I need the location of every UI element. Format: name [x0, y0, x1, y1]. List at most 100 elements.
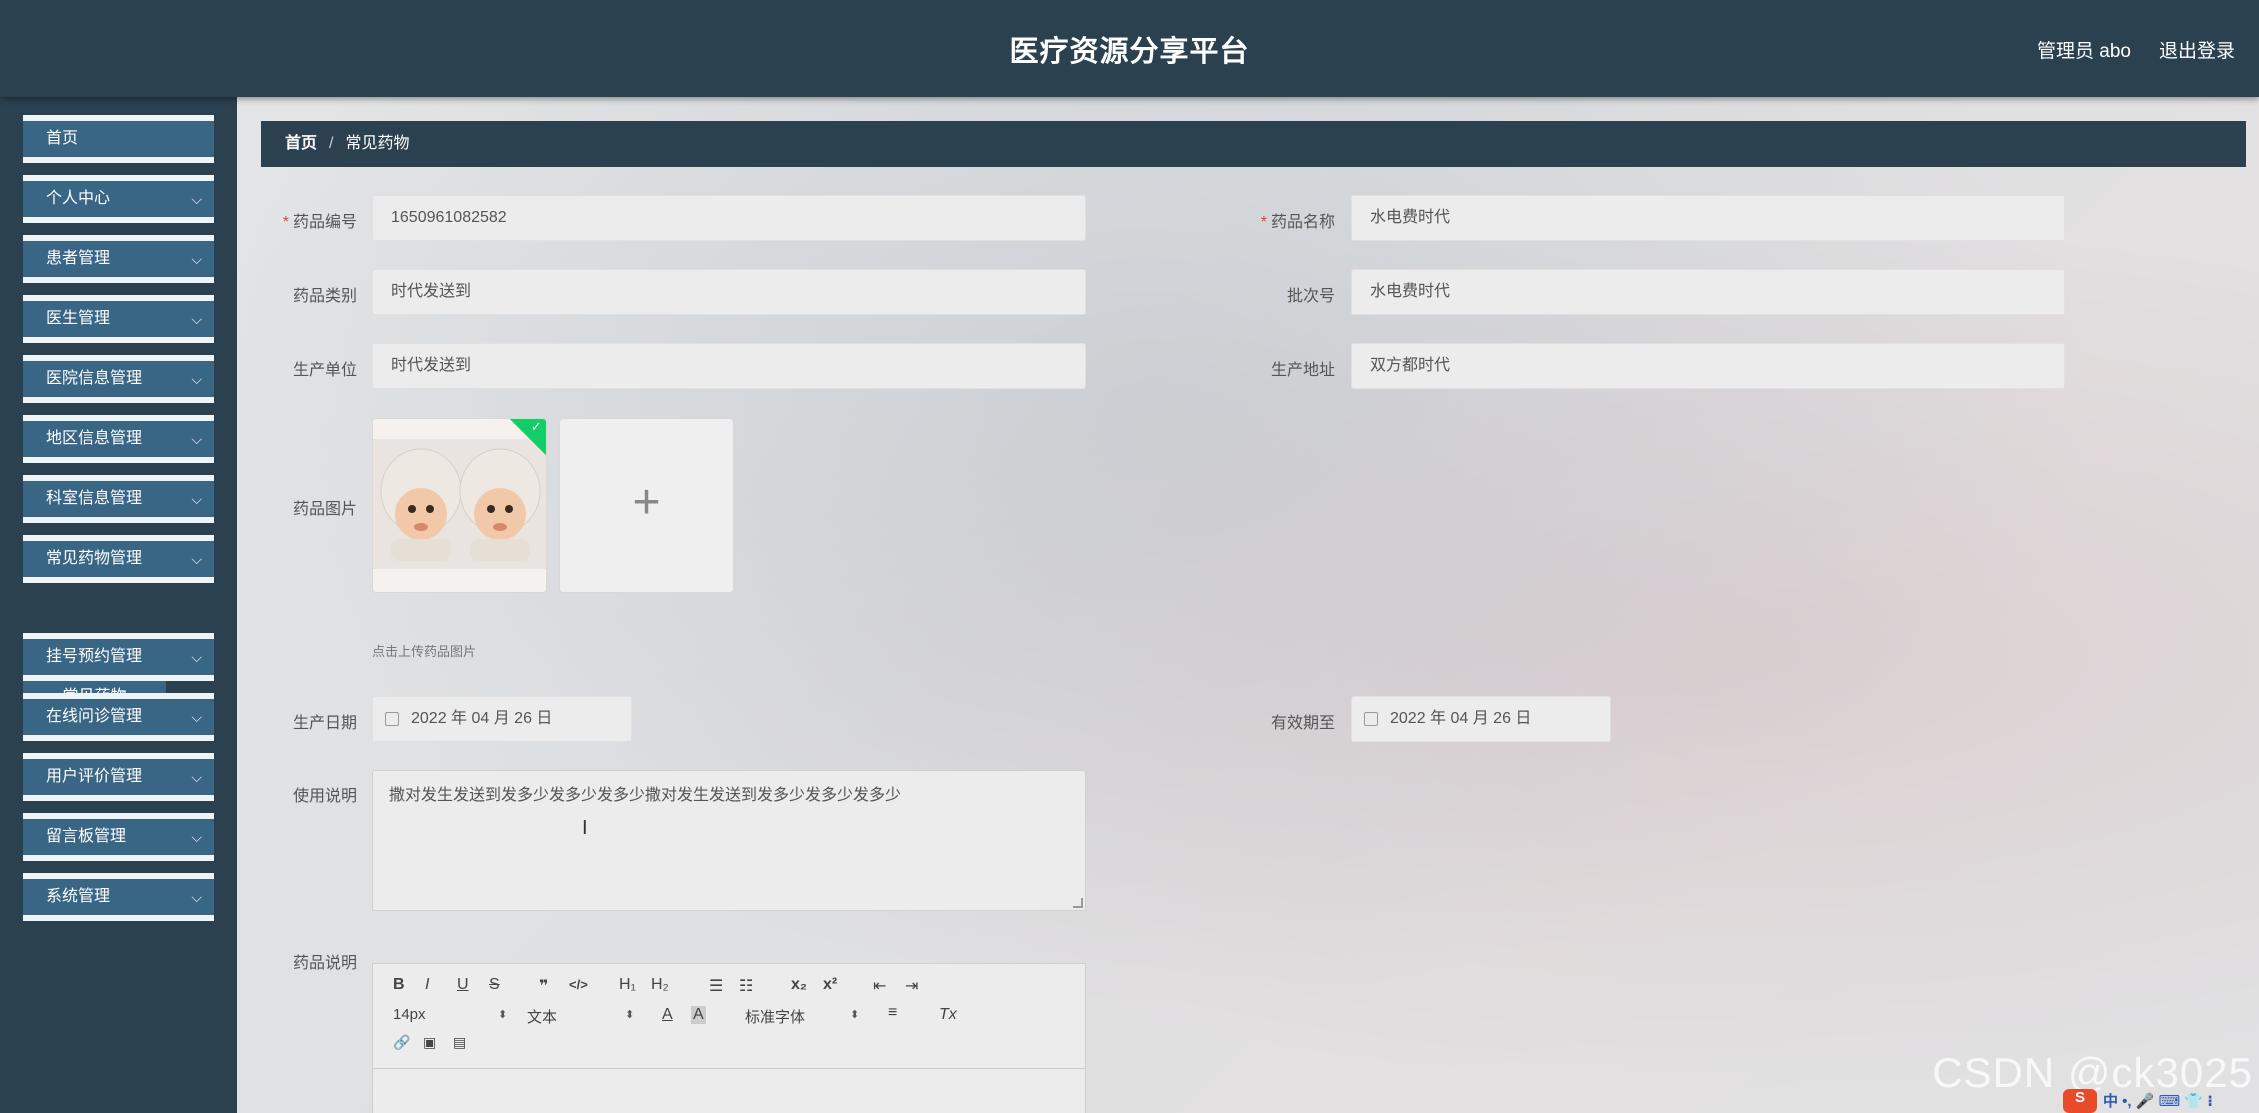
maker-input[interactable]: 时代发送到: [372, 343, 1086, 389]
text-style-select[interactable]: 文本 ⬍: [527, 1006, 637, 1027]
expiry-date-value: 2022 年 04 月 26 日: [1390, 710, 1532, 727]
font-family-select[interactable]: 标准字体 ⬍: [745, 1006, 865, 1027]
uploaded-image[interactable]: ✓: [372, 418, 547, 593]
sidebar-item-regions[interactable]: 地区信息管理 ⌵: [23, 415, 214, 463]
chevron-down-icon: ⌵: [191, 889, 202, 905]
ordered-list-button[interactable]: ☰: [709, 976, 723, 996]
font-size-select[interactable]: 14px ⬍: [393, 1006, 507, 1023]
outdent-button[interactable]: ⇤: [873, 976, 886, 996]
clear-format-button[interactable]: Tx: [939, 1006, 957, 1024]
text-cursor-icon: I: [582, 817, 588, 839]
usage-label: 使用说明: [292, 788, 357, 805]
code-block-button[interactable]: </>: [569, 977, 588, 992]
sidebar: 首页 个人中心 ⌵ 患者管理 ⌵ 医生管理 ⌵ 医院信息管理 ⌵ 地区信息管理 ⌵ 科室信…: [0, 97, 237, 1113]
sidebar-item-label: 用户评价管理: [46, 768, 143, 785]
rich-text-editor[interactable]: B I U S ❞ </> H₁ H₂ ☰ ☷ x₂ x² ⇤ ⇥ 14px ⬍ …: [372, 963, 1086, 1113]
category-input[interactable]: 时代发送到: [372, 269, 1086, 315]
image-icon[interactable]: ▣: [423, 1034, 436, 1051]
underline-button[interactable]: U: [457, 976, 469, 994]
chevron-down-icon: ⌵: [191, 311, 202, 327]
sidebar-item-label: 系统管理: [46, 888, 111, 905]
sidebar-item-label: 挂号预约管理: [46, 648, 143, 665]
expiry-date-input[interactable]: 2022 年 04 月 26 日: [1351, 696, 1611, 742]
background-color-button[interactable]: A: [691, 1006, 706, 1024]
editor-toolbar: B I U S ❞ </> H₁ H₂ ☰ ☷ x₂ x² ⇤ ⇥ 14px ⬍ …: [373, 964, 1085, 1069]
sidebar-item-departments[interactable]: 科室信息管理 ⌵: [23, 475, 214, 523]
top-bar: 医疗资源分享平台 管理员 abo 退出登录: [0, 0, 2259, 97]
sidebar-item-home[interactable]: 首页: [23, 115, 214, 163]
batch-label: 批次号: [1286, 288, 1335, 305]
app-title: 医疗资源分享平台: [1009, 36, 1250, 68]
code-label: * 药品编号: [257, 208, 357, 232]
font-size-value: 14px: [393, 1006, 426, 1023]
name-label: * 药品名称: [1235, 208, 1335, 232]
address-label: 生产地址: [1270, 362, 1335, 379]
sidebar-item-messages[interactable]: 留言板管理 ⌵: [23, 813, 214, 861]
font-color-button[interactable]: A: [662, 1006, 673, 1024]
sidebar-item-reviews[interactable]: 用户评价管理 ⌵: [23, 753, 214, 801]
calendar-icon: [1364, 712, 1378, 726]
logout-link[interactable]: 退出登录: [2159, 36, 2235, 63]
sidebar-item-label: 地区信息管理: [46, 430, 143, 447]
chevron-up-icon: ⌵: [191, 551, 202, 567]
sidebar-item-hospitals[interactable]: 医院信息管理 ⌵: [23, 355, 214, 403]
sidebar-item-system[interactable]: 系统管理 ⌵: [23, 873, 214, 921]
strike-button[interactable]: S: [489, 976, 500, 994]
sidebar-item-appointments[interactable]: 挂号预约管理 ⌵: [23, 633, 214, 681]
indent-button[interactable]: ⇥: [905, 976, 918, 996]
video-icon[interactable]: ▤: [453, 1034, 466, 1051]
sidebar-item-label: 留言板管理: [46, 828, 127, 845]
required-mark: *: [1260, 214, 1267, 231]
bullet-list-button[interactable]: ☷: [739, 976, 753, 996]
prod-date-input[interactable]: 2022 年 04 月 26 日: [372, 696, 632, 742]
code-input[interactable]: 1650961082582: [372, 195, 1086, 241]
select-arrow-icon: ⬍: [625, 1009, 635, 1021]
italic-button[interactable]: I: [425, 976, 429, 994]
resize-handle[interactable]: [1073, 898, 1083, 908]
blockquote-button[interactable]: ❞: [539, 976, 548, 996]
sidebar-item-doctors[interactable]: 医生管理 ⌵: [23, 295, 214, 343]
sidebar-item-label: 患者管理: [46, 250, 111, 267]
check-icon: ✓: [530, 419, 542, 435]
chevron-down-icon: ⌵: [191, 769, 202, 785]
sidebar-item-label: 个人中心: [46, 190, 111, 207]
sidebar-item-patients[interactable]: 患者管理 ⌵: [23, 235, 214, 283]
font-family-value: 标准字体: [745, 1009, 806, 1026]
name-input[interactable]: 水电费时代: [1351, 195, 2065, 241]
sidebar-item-personal-center[interactable]: 个人中心 ⌵: [23, 175, 214, 223]
usage-textarea[interactable]: 撒对发生发送到发多少发多少发多少撒对发生发送到发多少发多少发多少: [372, 770, 1086, 911]
chevron-down-icon: ⌵: [191, 829, 202, 845]
image-label: 药品图片: [292, 501, 357, 518]
chevron-down-icon: ⌵: [191, 371, 202, 387]
name-label-text: 药品名称: [1270, 214, 1335, 231]
sogou-logo-icon[interactable]: S: [2063, 1089, 2097, 1113]
chevron-down-icon: ⌵: [191, 491, 202, 507]
required-mark: *: [282, 214, 289, 231]
h1-button[interactable]: H₁: [619, 976, 636, 994]
superscript-button[interactable]: x²: [823, 976, 837, 994]
subscript-button[interactable]: x₂: [791, 976, 807, 994]
link-icon[interactable]: 🔗: [393, 1034, 410, 1051]
user-label: 管理员 abo: [2037, 41, 2131, 62]
chevron-down-icon: ⌵: [191, 431, 202, 447]
batch-input[interactable]: 水电费时代: [1351, 269, 2065, 315]
usage-text: 撒对发生发送到发多少发多少发多少撒对发生发送到发多少发多少发多少: [389, 787, 902, 804]
ime-status-text[interactable]: 中 •, 🎤 ⌨ 👕 ⁝: [2103, 1090, 2213, 1111]
expiry-label: 有效期至: [1270, 715, 1335, 732]
address-input[interactable]: 双方都时代: [1351, 343, 2065, 389]
sidebar-item-medicines[interactable]: 常见药物管理 ⌵: [23, 535, 214, 583]
sidebar-item-label: 科室信息管理: [46, 490, 143, 507]
sidebar-item-label: 医生管理: [46, 310, 111, 327]
select-arrow-icon: ⬍: [498, 1009, 508, 1021]
align-button[interactable]: ≡: [888, 1004, 897, 1022]
chevron-down-icon: ⌵: [191, 649, 202, 665]
sidebar-item-consultations[interactable]: 在线问诊管理 ⌵: [23, 693, 214, 741]
bold-button[interactable]: B: [393, 976, 405, 994]
h2-button[interactable]: H₂: [651, 976, 669, 994]
add-image-button[interactable]: +: [559, 418, 734, 593]
select-arrow-icon: ⬍: [850, 1009, 860, 1021]
medicine-form: * 药品编号 1650961082582 * 药品名称 水电费时代 药品类别 时代发…: [237, 97, 2259, 1113]
maker-label: 生产单位: [292, 362, 357, 379]
desc-label: 药品说明: [292, 955, 357, 972]
image-upload-hint: 点击上传药品图片: [372, 644, 477, 659]
